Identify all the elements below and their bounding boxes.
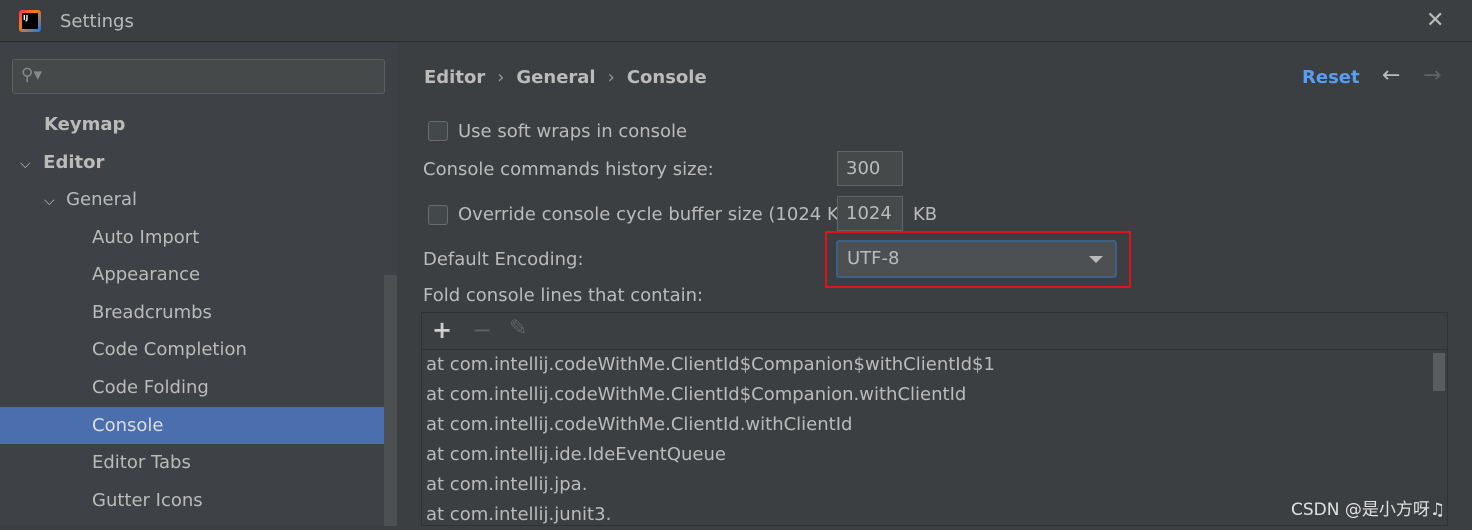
add-icon[interactable]: + bbox=[432, 316, 452, 344]
encoding-label: Default Encoding: bbox=[423, 249, 584, 270]
close-icon[interactable]: ✕ bbox=[1426, 8, 1444, 33]
remove-icon[interactable]: − bbox=[472, 316, 492, 344]
soft-wraps-label: Use soft wraps in console bbox=[458, 121, 688, 142]
override-buffer-checkbox[interactable] bbox=[428, 205, 448, 225]
chevron-down-icon: ⌵ bbox=[20, 156, 31, 172]
edit-icon[interactable]: ✎ bbox=[509, 316, 527, 341]
buffer-size-input[interactable]: 1024 bbox=[837, 196, 903, 231]
list-item[interactable]: at com.intellij.ide.IdeEventQueue bbox=[422, 440, 1447, 470]
sidebar-item-code-completion[interactable]: Code Completion bbox=[0, 331, 383, 368]
list-item[interactable]: at com.intellij.codeWithMe.ClientId$Comp… bbox=[422, 380, 1447, 410]
dropdown-caret-icon bbox=[1089, 256, 1103, 263]
history-size-label: Console commands history size: bbox=[423, 159, 714, 180]
intellij-logo-icon: IJ bbox=[19, 10, 41, 32]
override-buffer-label: Override console cycle buffer size (1024… bbox=[458, 204, 859, 225]
history-size-input[interactable]: 300 bbox=[837, 151, 903, 186]
window-title: Settings bbox=[60, 11, 134, 32]
chevron-down-icon: ⌵ bbox=[44, 193, 55, 209]
reset-button[interactable]: Reset bbox=[1302, 67, 1360, 88]
title-bar: IJ Settings ✕ bbox=[0, 0, 1472, 42]
settings-panel: Editor › General › Console Reset ← → Use sof… bbox=[397, 43, 1472, 526]
search-input[interactable]: ⚲▾ bbox=[12, 59, 385, 94]
soft-wraps-checkbox[interactable] bbox=[428, 121, 448, 141]
fold-lines-label: Fold console lines that contain: bbox=[423, 285, 704, 306]
list-toolbar: + − ✎ bbox=[422, 313, 1447, 350]
sidebar-item-breadcrumbs[interactable]: Breadcrumbs bbox=[0, 294, 383, 331]
sidebar-item-editor[interactable]: ⌵ Editor bbox=[0, 144, 383, 181]
sidebar-item-keymap[interactable]: Keymap bbox=[0, 106, 383, 143]
sidebar-item-console[interactable]: Console bbox=[0, 407, 397, 444]
sidebar: ⚲▾ Keymap ⌵ Editor ⌵ General Auto Import… bbox=[0, 43, 397, 526]
breadcrumb: Editor › General › Console bbox=[424, 67, 707, 88]
watermark: CSDN @是小方呀♫ bbox=[1291, 500, 1446, 520]
list-item[interactable]: at com.intellij.codeWithMe.ClientId$Comp… bbox=[422, 350, 1447, 380]
encoding-dropdown[interactable]: UTF-8 bbox=[836, 240, 1117, 278]
sidebar-item-editor-tabs[interactable]: Editor Tabs bbox=[0, 444, 383, 481]
buffer-unit-label: KB bbox=[913, 204, 938, 225]
sidebar-item-code-folding[interactable]: Code Folding bbox=[0, 369, 383, 406]
list-item[interactable]: at com.intellij.codeWithMe.ClientId.with… bbox=[422, 410, 1447, 440]
sidebar-scrollbar[interactable] bbox=[384, 275, 397, 526]
fold-lines-list: + − ✎ at com.intellij.codeWithMe.ClientI… bbox=[421, 312, 1448, 526]
back-arrow-icon[interactable]: ← bbox=[1382, 63, 1400, 88]
sidebar-item-gutter-icons[interactable]: Gutter Icons bbox=[0, 482, 383, 519]
list-scrollbar[interactable] bbox=[1433, 353, 1445, 391]
sidebar-item-general[interactable]: ⌵ General bbox=[0, 181, 383, 218]
sidebar-item-appearance[interactable]: Appearance bbox=[0, 256, 383, 293]
sidebar-item-auto-import[interactable]: Auto Import bbox=[0, 219, 383, 256]
search-icon: ⚲▾ bbox=[21, 65, 42, 85]
forward-arrow-icon[interactable]: → bbox=[1423, 63, 1441, 88]
